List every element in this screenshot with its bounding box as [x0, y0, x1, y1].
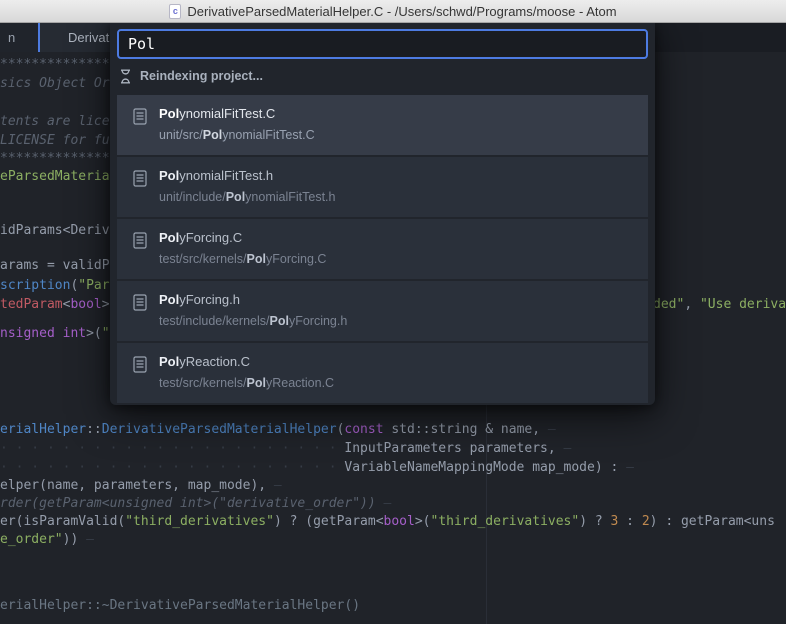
code-line: e_order")) – — [0, 532, 94, 547]
tab-truncated[interactable]: n — [0, 22, 38, 52]
code-line: tents are lice — [0, 114, 110, 129]
result-item[interactable]: PolyForcing.h test/include/kernels/PolyF… — [117, 281, 648, 341]
code-line: rder(getParam<unsigned int>("derivative_… — [0, 496, 392, 511]
file-icon — [133, 108, 147, 125]
result-text: PolyForcing.C test/src/kernels/PolyForci… — [159, 230, 326, 266]
code-line: tedParam<bool> — [0, 297, 110, 312]
result-text: PolyForcing.h test/include/kernels/PolyF… — [159, 292, 347, 328]
result-item[interactable]: PolynomialFitTest.h unit/include/Polynom… — [117, 157, 648, 217]
code-line: er(isParamValid("third_derivatives") ? (… — [0, 514, 775, 529]
file-icon — [133, 294, 147, 311]
code-line: LICENSE for fu — [0, 133, 110, 148]
code-line: idParams<Deriv — [0, 223, 110, 238]
code-line: erialHelper::~DerivativeParsedMaterialHe… — [0, 598, 361, 613]
result-filename: PolynomialFitTest.C — [159, 106, 276, 121]
result-text: PolynomialFitTest.C unit/src/PolynomialF… — [159, 106, 315, 142]
c-file-icon: c — [169, 3, 182, 19]
code-line: arams = validP — [0, 258, 110, 273]
file-icon — [133, 356, 147, 373]
code-line: eParsedMateria — [0, 169, 110, 184]
reindex-status-label: Reindexing project... — [140, 69, 263, 83]
search-input[interactable] — [117, 29, 648, 59]
app-window: ******************** sics Object Or tents … — [0, 0, 786, 624]
result-item[interactable]: PolyForcing.C test/src/kernels/PolyForci… — [117, 219, 648, 279]
code-line: erialHelper::DerivativeParsedMaterialHel… — [0, 422, 556, 437]
file-icon — [133, 232, 147, 249]
fuzzy-finder-dialog: Reindexing project... PolynomialFitTest.… — [110, 22, 655, 405]
result-filename: PolyReaction.C — [159, 354, 251, 369]
code-line: scription("Par — [0, 278, 110, 293]
result-filepath: unit/src/PolynomialFitTest.C — [159, 128, 315, 142]
result-filepath: test/src/kernels/PolyReaction.C — [159, 376, 335, 390]
result-filepath: test/include/kernels/PolyForcing.h — [159, 314, 348, 328]
result-filename: PolyForcing.C — [159, 230, 243, 245]
file-icon — [133, 170, 147, 187]
result-text: PolyReaction.C test/src/kernels/PolyReac… — [159, 354, 334, 390]
title-bar: c DerivativeParsedMaterialHelper.C - /Us… — [0, 0, 786, 23]
result-filepath: test/src/kernels/PolyForcing.C — [159, 252, 327, 266]
tab-label: Derivat — [68, 29, 110, 45]
result-filepath: unit/include/PolynomialFitTest.h — [159, 190, 336, 204]
result-item[interactable]: PolynomialFitTest.C unit/src/PolynomialF… — [117, 95, 648, 155]
hourglass-icon — [121, 69, 130, 83]
code-line: sics Object Or — [0, 76, 110, 91]
result-text: PolynomialFitTest.h unit/include/Polynom… — [159, 168, 335, 204]
result-item[interactable]: PolyReaction.C test/src/kernels/PolyReac… — [117, 343, 648, 403]
result-filename: PolynomialFitTest.h — [159, 168, 274, 183]
tab-label: n — [8, 29, 16, 45]
code-line: nsigned int>(" — [0, 326, 110, 341]
result-filename: PolyForcing.h — [159, 292, 240, 307]
code-line: · · · · · · · · · · · · · · · · · · · · … — [0, 441, 572, 456]
code-line: · · · · · · · · · · · · · · · · · · · · … — [0, 460, 634, 475]
code-line: elper(name, parameters, map_mode), – — [0, 478, 282, 493]
results-list: PolynomialFitTest.C unit/src/PolynomialF… — [117, 95, 648, 403]
code-line: ded", "Use deriva — [653, 297, 786, 312]
reindex-status: Reindexing project... — [120, 67, 648, 85]
window-title: DerivativeParsedMaterialHelper.C - /User… — [187, 3, 617, 19]
